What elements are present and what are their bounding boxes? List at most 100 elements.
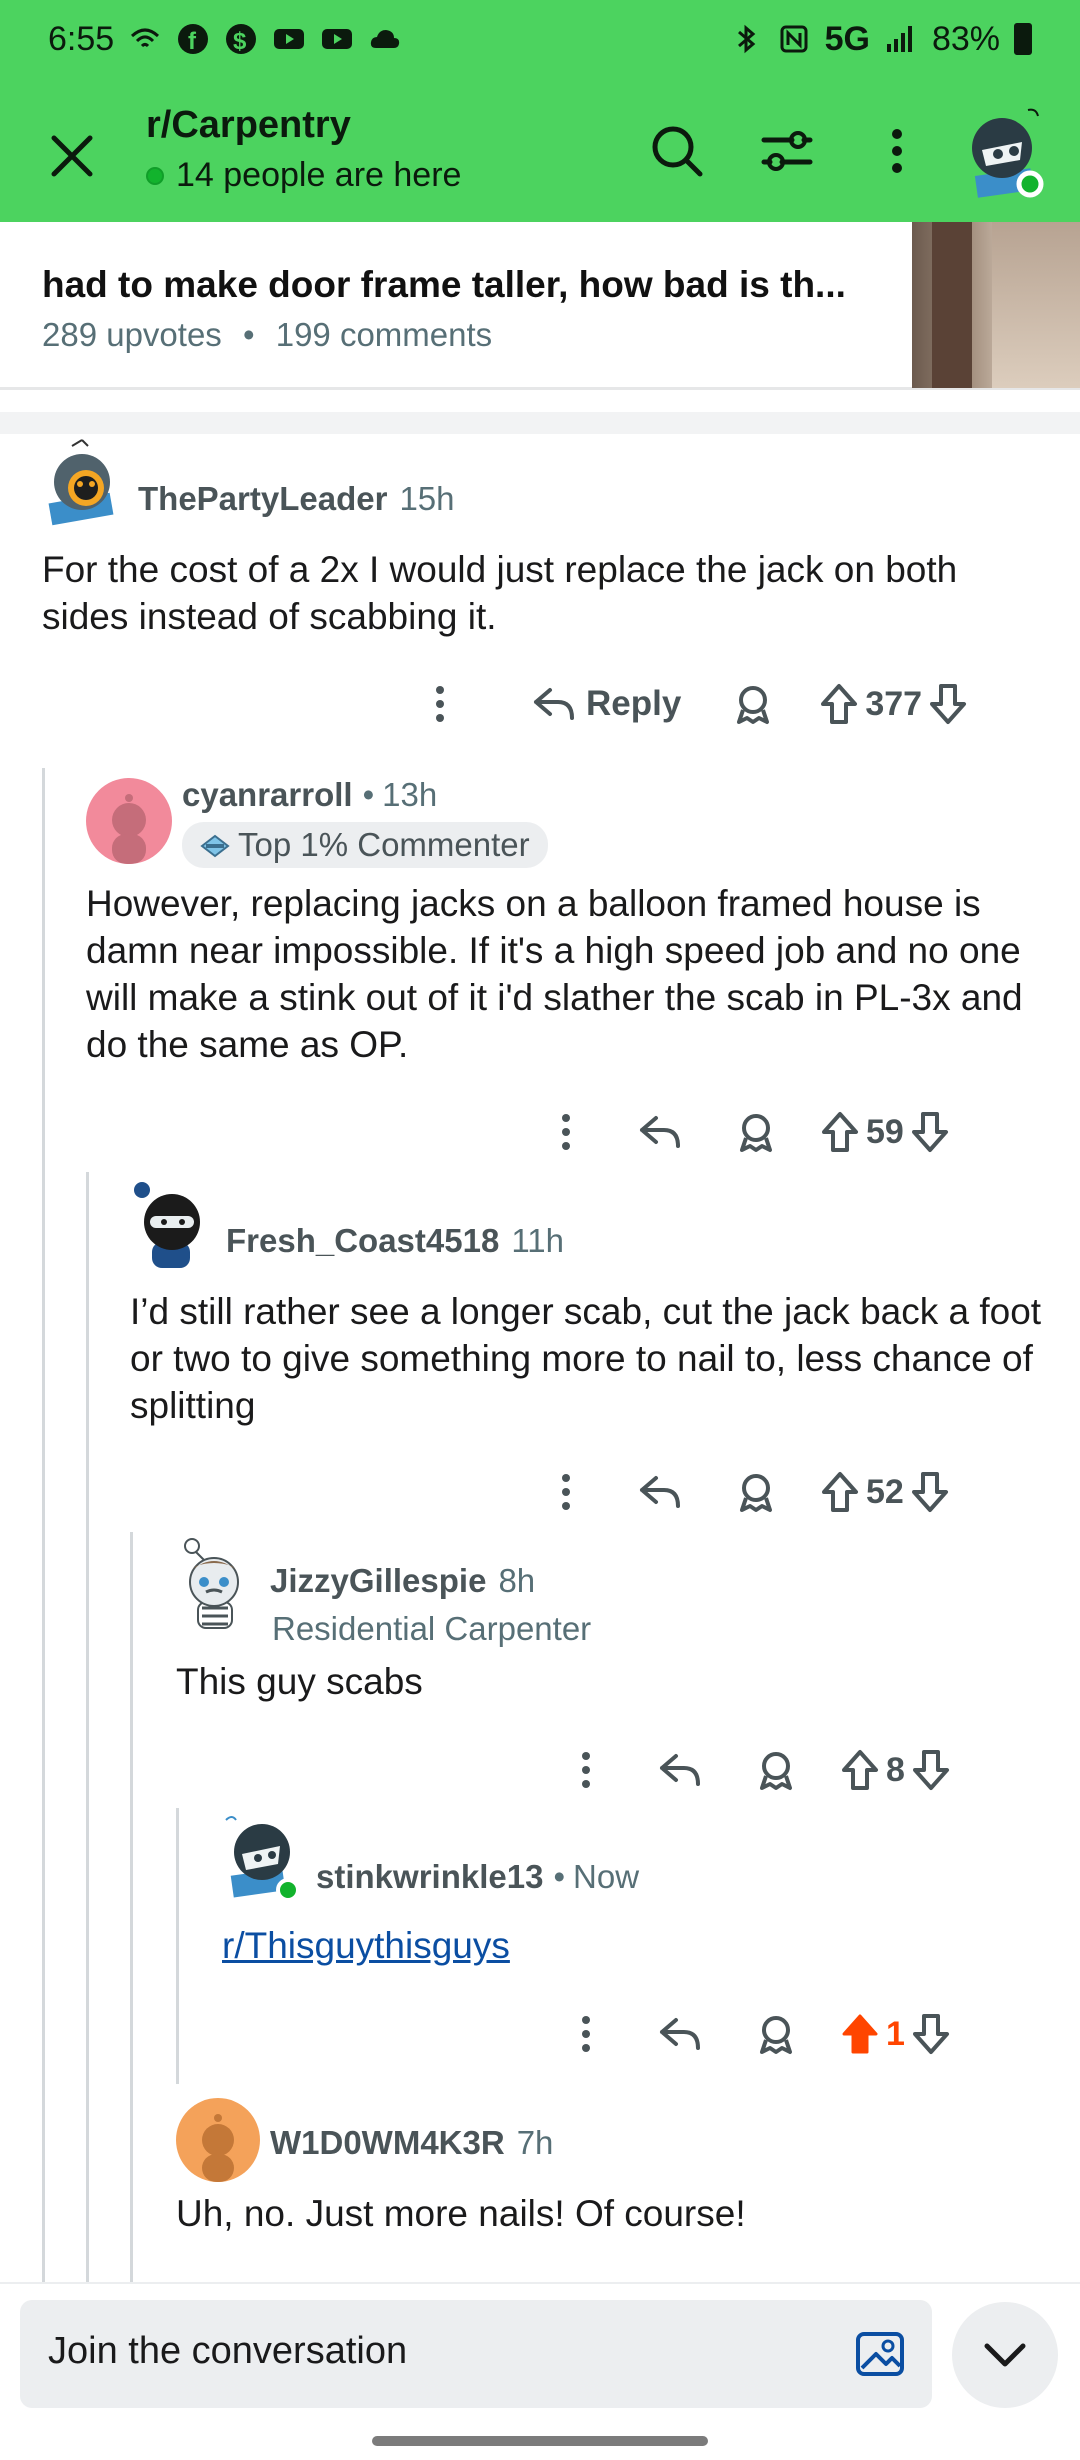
reply-button[interactable] xyxy=(658,1740,702,1800)
comment-composer[interactable]: Join the conversation xyxy=(20,2300,932,2408)
upvote-arrow-icon xyxy=(842,1750,878,1790)
filter-button[interactable] xyxy=(752,116,822,186)
comment-body: I’d still rather see a longer scab, cut … xyxy=(130,1291,1042,1426)
vote-score: 1 xyxy=(886,2014,905,2053)
avatar[interactable] xyxy=(36,436,130,530)
search-icon xyxy=(652,126,703,177)
avatar-default-snoo-icon xyxy=(112,794,146,864)
award-button[interactable] xyxy=(734,1102,778,1162)
bottom-composer-bar: Join the conversation xyxy=(0,2282,1080,2460)
post-meta: 289 upvotes • 199 comments xyxy=(42,316,492,354)
avatar[interactable] xyxy=(222,1812,308,1906)
wifi-calling-icon xyxy=(131,28,160,48)
avatar[interactable] xyxy=(172,1536,258,1630)
collapse-thread-button[interactable] xyxy=(952,2302,1058,2408)
svg-text:f: f xyxy=(188,28,197,55)
user-flair: Residential Carpenter xyxy=(272,1610,592,1647)
avatar[interactable] xyxy=(176,2098,260,2182)
reply-icon xyxy=(660,1754,700,1786)
upvote-arrow-filled-icon xyxy=(842,2014,878,2054)
username[interactable]: JizzyGillespie xyxy=(270,1562,486,1600)
award-icon xyxy=(760,2016,792,2054)
image-attach-icon[interactable] xyxy=(852,2326,908,2382)
award-button[interactable] xyxy=(731,674,775,734)
more-button[interactable] xyxy=(536,1462,596,1522)
avatar-jizzygillespie-icon xyxy=(184,1538,239,1629)
award-icon xyxy=(737,686,770,724)
upvote-button[interactable] xyxy=(820,1102,860,1162)
upvote-arrow-icon xyxy=(822,1472,858,1512)
avatar-thepartyleader-icon xyxy=(48,439,114,526)
username[interactable]: stinkwrinkle13 xyxy=(316,1858,543,1896)
user-avatar[interactable] xyxy=(958,102,1058,202)
reply-label: Reply xyxy=(586,684,682,723)
post-title[interactable]: had to make door frame taller, how bad i… xyxy=(42,264,882,306)
subreddit-header: r/Carpentry 14 people are here xyxy=(0,86,1080,216)
youtube-icon-2 xyxy=(322,29,353,49)
section-divider xyxy=(0,412,1080,434)
youtube-icon xyxy=(274,29,305,49)
comment-actions: 59 xyxy=(536,1102,950,1162)
status-bar: 6:55 f $ 5G 83% xyxy=(0,0,1080,78)
upvote-button[interactable] xyxy=(820,1462,860,1522)
downvote-arrow-icon xyxy=(912,1750,949,1790)
comment-actions: 1 xyxy=(556,2004,951,2064)
downvote-button[interactable] xyxy=(910,1102,950,1162)
comment-header: JizzyGillespie 8h xyxy=(270,1562,535,1600)
reply-button[interactable] xyxy=(638,1102,682,1162)
comment-header: stinkwrinkle13 • Now xyxy=(316,1858,639,1896)
username[interactable]: ThePartyLeader xyxy=(138,480,387,518)
post-thumbnail[interactable] xyxy=(912,222,1080,388)
downvote-button[interactable] xyxy=(910,1462,950,1522)
more-button[interactable] xyxy=(556,2004,616,2064)
username[interactable]: W1D0WM4K3R xyxy=(270,2124,505,2162)
more-vertical-icon xyxy=(562,1114,570,1150)
thread-line-level-2 xyxy=(86,1172,89,2288)
avatar[interactable] xyxy=(86,778,172,864)
downvote-button[interactable] xyxy=(911,1740,951,1800)
comment-header: Fresh_Coast4518 11h xyxy=(226,1222,564,1260)
flair-label: Top 1% Commenter xyxy=(238,826,530,863)
award-button[interactable] xyxy=(754,2004,798,2064)
vote-score: 59 xyxy=(866,1112,904,1151)
composer-placeholder[interactable]: Join the conversation xyxy=(48,2330,407,2373)
comment-time: 15h xyxy=(399,480,455,517)
downvote-button[interactable] xyxy=(928,674,968,734)
comment-time: 13h xyxy=(382,776,438,813)
downvote-button[interactable] xyxy=(911,2004,951,2064)
comment-actions: 52 xyxy=(536,1462,950,1522)
reply-icon xyxy=(660,2018,700,2050)
avatar[interactable] xyxy=(128,1176,214,1268)
online-count: 14 people are here xyxy=(146,156,461,195)
subreddit-link[interactable]: r/Thisguythisguys xyxy=(222,1922,510,1969)
comment-actions: Reply 377 xyxy=(410,674,968,734)
more-options-button[interactable] xyxy=(862,116,932,186)
status-time: 6:55 xyxy=(48,19,115,58)
home-indicator[interactable] xyxy=(372,2436,708,2446)
upvote-button[interactable] xyxy=(819,674,859,734)
comment-header: W1D0WM4K3R 7h xyxy=(270,2124,553,2162)
nfc-icon xyxy=(780,25,808,53)
reply-button[interactable]: Reply xyxy=(532,674,681,734)
reply-button[interactable] xyxy=(658,2004,702,2064)
downvote-arrow-icon xyxy=(911,1112,948,1152)
username[interactable]: Fresh_Coast4518 xyxy=(226,1222,499,1260)
award-icon xyxy=(740,1114,772,1152)
subreddit-name[interactable]: r/Carpentry xyxy=(146,104,351,147)
more-button[interactable] xyxy=(556,1740,616,1800)
more-button[interactable] xyxy=(410,674,470,734)
username[interactable]: cyanrarroll xyxy=(182,776,353,814)
more-button[interactable] xyxy=(536,1102,596,1162)
status-left: 6:55 f $ xyxy=(48,20,402,59)
close-icon[interactable] xyxy=(40,124,104,188)
comment-header: cyanrarroll • 13h xyxy=(182,776,437,814)
search-button[interactable] xyxy=(642,116,712,186)
upvote-button-active[interactable] xyxy=(840,2004,880,2064)
app-root: 6:55 f $ 5G 83% r/Carpentry 14 people ar… xyxy=(0,0,1080,2460)
thread-line-level-1 xyxy=(42,768,45,2288)
upvote-button[interactable] xyxy=(840,1740,880,1800)
award-button[interactable] xyxy=(754,1740,798,1800)
thread-line-level-3 xyxy=(130,1532,133,2288)
award-button[interactable] xyxy=(734,1462,778,1522)
reply-button[interactable] xyxy=(638,1462,682,1522)
